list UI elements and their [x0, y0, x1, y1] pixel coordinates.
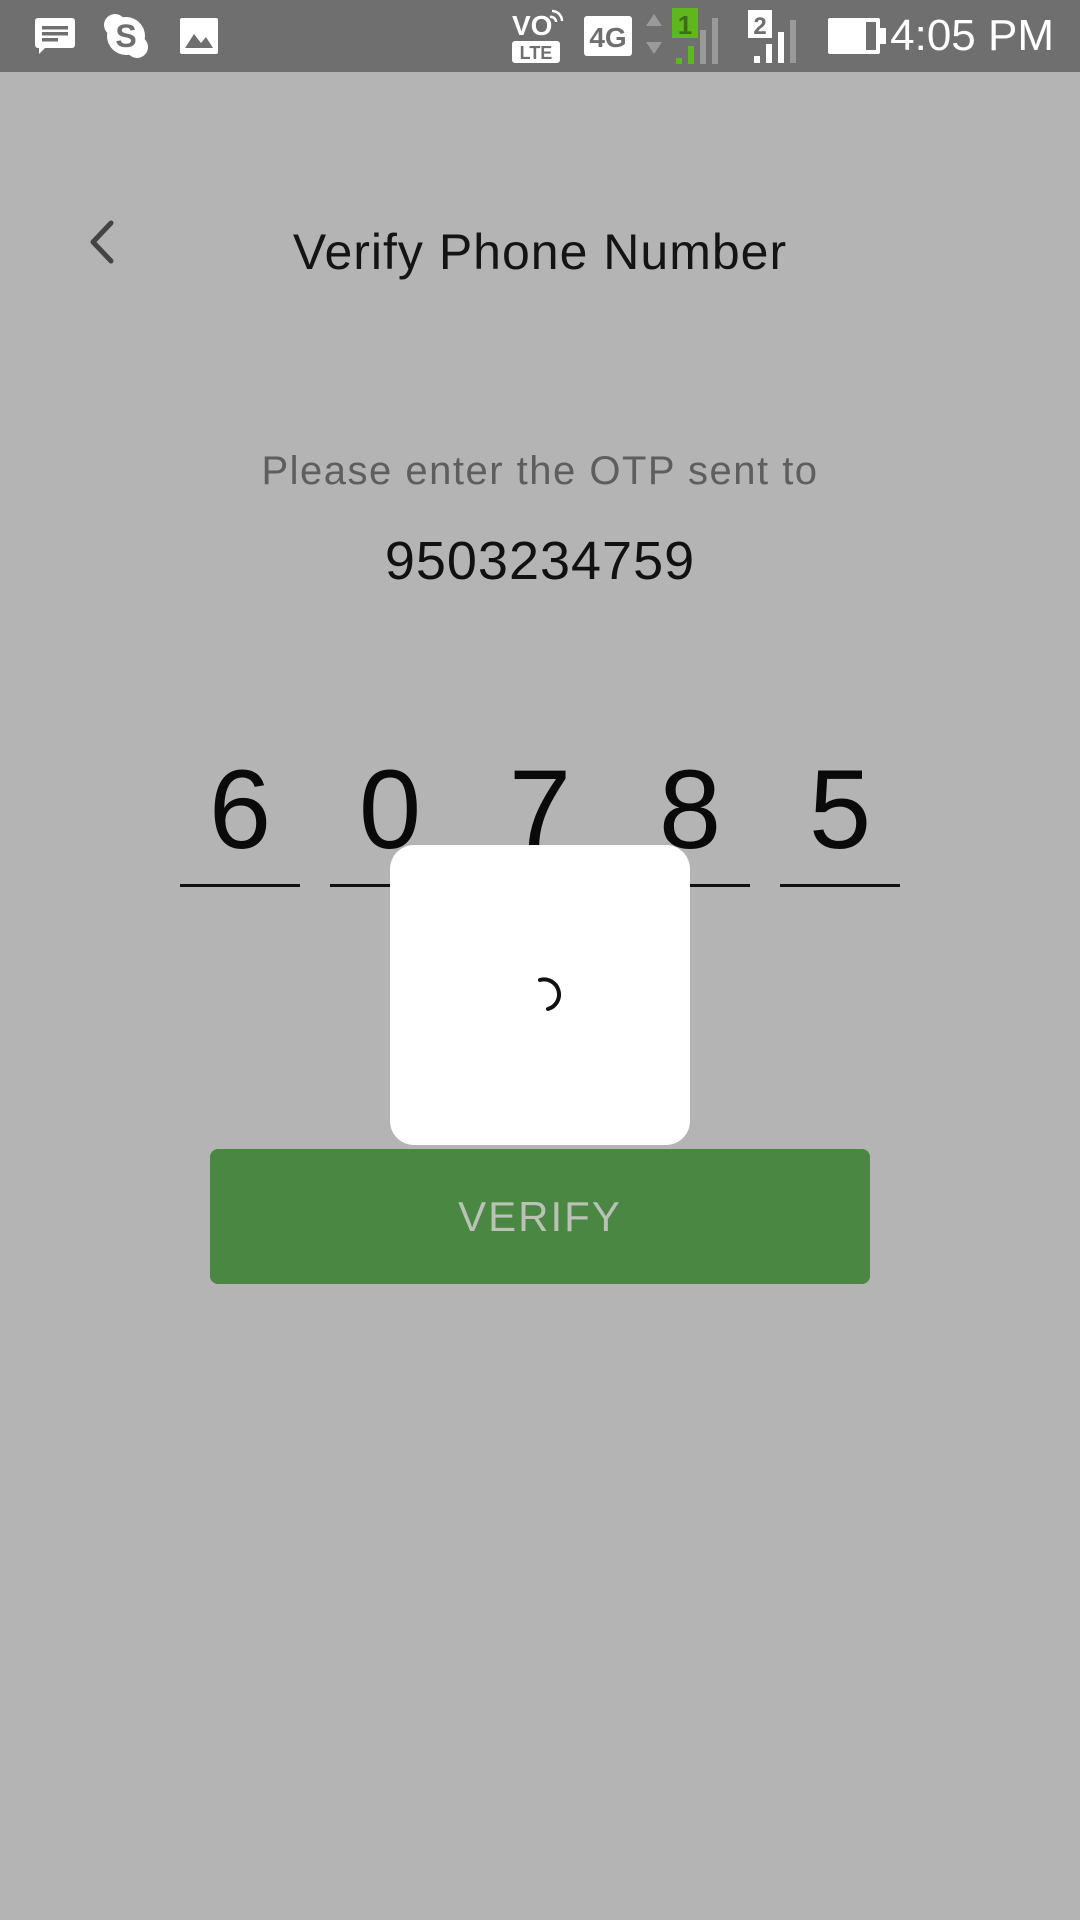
battery-icon	[826, 0, 888, 72]
sim1-signal-icon: 1	[640, 0, 728, 72]
svg-text:4G: 4G	[589, 22, 626, 53]
svg-text:1: 1	[678, 10, 692, 40]
svg-text:S: S	[115, 18, 136, 54]
svg-text:LTE: LTE	[520, 43, 553, 63]
loading-dialog	[390, 845, 690, 1145]
status-time: 4:05 PM	[890, 11, 1054, 60]
volte-icon: VO LTE	[508, 0, 564, 72]
skype-icon: S	[100, 0, 152, 72]
otp-prompt-text: Please enter the OTP sent to	[261, 449, 819, 493]
gallery-icon	[174, 0, 224, 72]
phone-number: 9503234759	[384, 531, 696, 591]
svg-text:VO: VO	[512, 10, 552, 41]
otp-digit-5[interactable]: 5	[780, 740, 900, 887]
status-bar: S VO LTE 4G 1 2 4:05 PM	[0, 0, 1080, 72]
otp-digit-1[interactable]: 6	[180, 740, 300, 887]
message-icon	[30, 0, 80, 72]
svg-text:2: 2	[753, 13, 766, 40]
page-title: Verify Phone Number	[292, 224, 788, 280]
network-4g-icon: 4G	[582, 0, 634, 72]
sim2-signal-icon: 2	[744, 0, 806, 72]
verify-button[interactable]: VERIFY	[210, 1149, 870, 1284]
spinner-icon	[538, 977, 562, 1011]
